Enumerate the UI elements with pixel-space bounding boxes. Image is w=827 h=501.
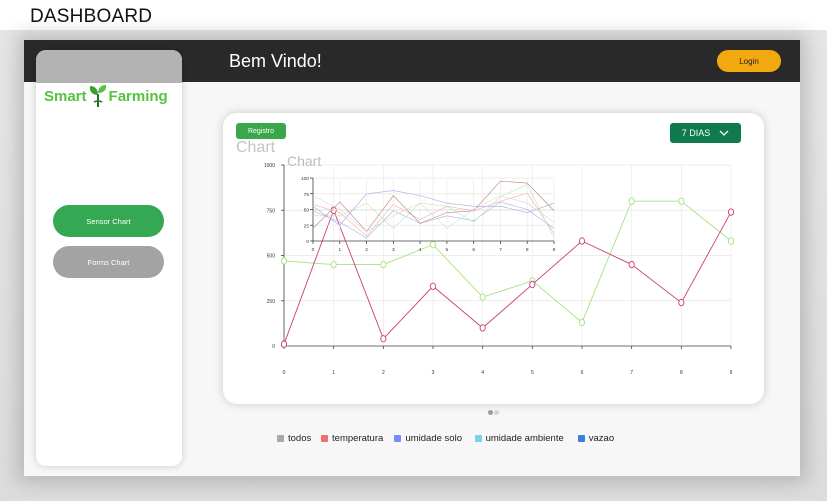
data-point xyxy=(727,237,735,245)
data-point xyxy=(280,257,288,265)
registro-button[interactable]: Registro xyxy=(236,123,286,139)
data-point xyxy=(479,293,486,301)
series-line xyxy=(313,183,555,238)
legend-item[interactable]: vazao xyxy=(577,433,615,444)
y-tick-label: 0 xyxy=(272,344,275,350)
y-tick-label: 750 xyxy=(267,208,276,214)
x-tick-label: 9 xyxy=(730,370,733,376)
brand-logo[interactable]: Smart Farming xyxy=(44,84,168,108)
data-point xyxy=(380,260,387,269)
sidebar-item-sensor-chart[interactable]: Sensor Chart xyxy=(53,205,164,237)
data-point xyxy=(330,260,337,269)
x-tick-label: 4 xyxy=(481,370,484,376)
legend-swatch xyxy=(321,435,329,442)
x-tick-label: 5 xyxy=(446,247,449,253)
data-point xyxy=(678,298,685,307)
legend-swatch xyxy=(577,435,585,442)
legend-item[interactable]: umidade ambiente xyxy=(474,433,564,444)
data-point xyxy=(529,280,536,289)
legend-swatch xyxy=(277,435,284,442)
x-tick-label: 3 xyxy=(432,370,435,376)
plant-sprout-icon xyxy=(89,85,106,107)
x-tick-label: 3 xyxy=(392,247,395,253)
x-tick-label: 0 xyxy=(283,370,286,376)
chart-legend: todos temperatura umidade solo umidade ambi… xyxy=(277,433,614,444)
pager-dot[interactable] xyxy=(494,410,499,415)
x-tick-label: 7 xyxy=(630,370,633,376)
legend-item[interactable]: temperatura xyxy=(321,433,383,444)
y-tick-label: 100 xyxy=(301,176,309,182)
legend-item[interactable]: todos xyxy=(277,433,311,444)
data-point xyxy=(578,237,586,245)
brand-name-part1: Smart xyxy=(44,87,87,105)
x-tick-label: 1 xyxy=(338,247,341,253)
sidebar: Smart Farming Sensor Chart Forms Chart xyxy=(36,50,182,466)
inset-chart-title: Chart xyxy=(287,153,321,169)
data-point xyxy=(678,197,685,205)
legend-item[interactable]: umidade solo xyxy=(394,433,462,444)
x-tick-label: 8 xyxy=(526,247,529,253)
y-tick-label: 250 xyxy=(267,299,276,305)
legend-swatch xyxy=(474,435,482,442)
x-tick-label: 2 xyxy=(365,247,368,253)
legend-label: vazao xyxy=(588,433,615,444)
carousel-pager xyxy=(488,410,499,415)
x-tick-label: 4 xyxy=(419,247,422,253)
legend-swatch xyxy=(394,435,402,442)
data-point xyxy=(479,324,486,332)
brand-name-part2: Farming xyxy=(108,87,168,105)
data-point xyxy=(628,260,635,269)
login-button[interactable]: Login xyxy=(717,50,781,72)
y-tick-label: 25 xyxy=(304,223,310,229)
x-tick-label: 2 xyxy=(382,370,385,376)
series-line xyxy=(283,208,732,345)
y-tick-label: 500 xyxy=(267,254,276,260)
x-tick-label: 9 xyxy=(553,247,556,253)
x-tick-label: 0 xyxy=(312,247,315,253)
pager-dot-active[interactable] xyxy=(488,410,493,415)
y-tick-label: 0 xyxy=(306,239,309,245)
y-tick-label: 50 xyxy=(304,208,310,214)
x-tick-label: 6 xyxy=(472,247,475,253)
sidebar-header xyxy=(36,50,182,83)
welcome-heading: Bem Vindo! xyxy=(229,51,322,71)
x-tick-label: 8 xyxy=(680,370,683,376)
chart-canvas: 025050075010000 1 2 3 4 5 6 7 8 902550751000 1 2 3 4 5… xyxy=(264,153,735,376)
series-line xyxy=(283,200,732,324)
range-dropdown[interactable]: 7 DIAS xyxy=(670,123,741,143)
data-point xyxy=(280,340,288,348)
main-chart-title: Chart xyxy=(236,139,276,156)
legend-label: umidade solo xyxy=(405,433,462,444)
page-label: DASHBOARD xyxy=(30,6,153,27)
sidebar-item-forms-chart[interactable]: Forms Chart xyxy=(53,246,164,278)
data-point xyxy=(380,335,387,343)
series-line xyxy=(312,201,555,239)
chevron-down-icon xyxy=(719,130,729,136)
chart-card: 0 250 500 750 1000 0 1 2 3 4 5 6 7 8 9 0 25 50 75 100 0 1 2 3 4 5… xyxy=(223,113,764,404)
data-point xyxy=(628,197,635,205)
x-tick-label: 7 xyxy=(499,247,502,253)
data-point xyxy=(727,208,735,216)
legend-label: umidade ambiente xyxy=(485,433,564,444)
x-tick-label: 5 xyxy=(531,370,534,376)
x-tick-label: 6 xyxy=(581,370,584,376)
range-dropdown-label: 7 DIAS xyxy=(681,128,711,138)
data-point xyxy=(578,318,586,327)
legend-label: temperatura xyxy=(332,433,384,444)
y-tick-label: 75 xyxy=(304,192,310,198)
data-point xyxy=(429,240,437,249)
legend-label: todos xyxy=(288,433,312,444)
series-line xyxy=(312,195,555,232)
y-tick-label: 1000 xyxy=(264,163,275,169)
x-tick-label: 1 xyxy=(332,370,335,376)
data-point xyxy=(429,282,437,290)
